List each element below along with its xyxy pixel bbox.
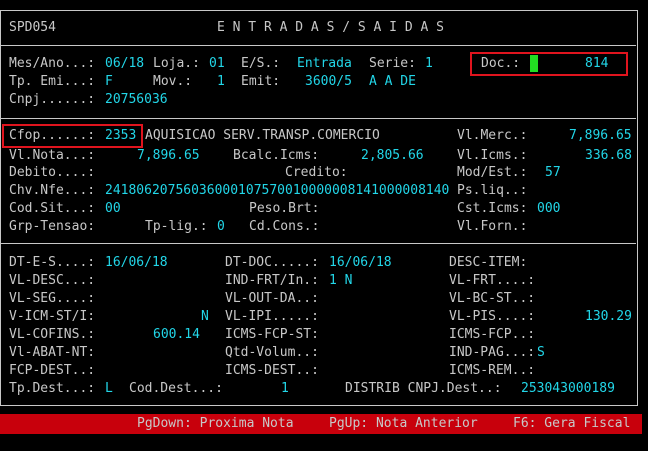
tp-dest-value[interactable]: L	[105, 381, 113, 397]
tp-emi-value[interactable]: F	[105, 74, 113, 90]
loja-label: Loja.:	[153, 56, 200, 71]
es-value[interactable]: Entrada	[297, 56, 352, 72]
dt-doc-value[interactable]: 16/06/18	[329, 255, 392, 271]
loja-value[interactable]: 01	[209, 56, 225, 72]
dt-es-label: DT-E-S....:	[9, 255, 96, 270]
cfop-description: AQUISICAO SERV.TRANSP.COMERCIO	[145, 128, 380, 143]
pgup-shortcut[interactable]: PgUp: Nota Anterior	[329, 416, 478, 432]
page-title: E N T R A D A S / S A I D A S	[217, 20, 444, 35]
v-icm-st-label: V-ICM-ST/I:	[9, 309, 96, 324]
vl-nota-label: Vl.Nota...:	[9, 148, 96, 163]
vl-merc-label: Vl.Merc.:	[457, 128, 528, 143]
peso-brt-label: Peso.Brt:	[249, 201, 320, 216]
ind-pag-label: IND-PAG...:	[449, 345, 536, 360]
cfop-value[interactable]: 2353	[105, 128, 136, 144]
doc-label: Doc.:	[481, 56, 521, 71]
qtd-volum-label: Qtd-Volum..:	[225, 345, 319, 360]
cst-icms-value[interactable]: 000	[537, 201, 560, 217]
vl-cofins-label: VL-COFINS.:	[9, 327, 96, 342]
icms-dest-label: ICMS-DEST..:	[225, 363, 319, 378]
icms-fcp-label: ICMS-FCP..:	[449, 327, 536, 342]
bcalc-icms-label: Bcalc.Icms:	[233, 148, 320, 163]
emit-label: Emit:	[241, 74, 281, 89]
credito-label: Credito:	[285, 165, 348, 180]
bcalc-icms-value[interactable]: 2,805.66	[361, 148, 424, 164]
dt-doc-label: DT-DOC.....:	[225, 255, 319, 270]
chv-nfe-value[interactable]: 2418062075603600010757001000000814100000…	[105, 183, 449, 199]
v-icm-st-value[interactable]: N	[201, 309, 209, 325]
vl-ipi-label: VL-IPI.....:	[225, 309, 319, 324]
desc-item-label: DESC-ITEM:	[449, 255, 528, 270]
cod-sit-label: Cod.Sit...:	[9, 201, 96, 216]
mov-label: Mov.:	[153, 74, 193, 89]
cfop-label: Cfop......:	[9, 128, 96, 143]
serie-label: Serie:	[369, 56, 416, 71]
mes-ano-value[interactable]: 06/18	[105, 56, 144, 72]
ind-frt-value[interactable]: 1 N	[329, 273, 352, 289]
ind-pag-value[interactable]: S	[537, 345, 545, 361]
distrib-cnpj-label: DISTRIB CNPJ.Dest..:	[345, 381, 502, 396]
emit-name: A A DE	[369, 74, 416, 89]
mes-ano-label: Mes/Ano...:	[9, 56, 96, 71]
cod-dest-value[interactable]: 1	[281, 381, 289, 397]
cnpj-label: Cnpj......:	[9, 92, 96, 107]
ps-liq-label: Ps.liq..:	[457, 183, 528, 198]
vl-out-da-label: VL-OUT-DA..:	[225, 291, 319, 306]
separator-header	[0, 45, 636, 46]
vl-nota-value[interactable]: 7,896.65	[137, 148, 200, 164]
f6-shortcut[interactable]: F6: Gera Fiscal	[513, 416, 630, 432]
pgdown-shortcut[interactable]: PgDown: Proxima Nota	[137, 416, 294, 432]
cnpj-dest-value[interactable]: 253043000189	[521, 381, 615, 397]
cod-sit-value[interactable]: 00	[105, 201, 121, 217]
chv-nfe-label: Chv.Nfe...:	[9, 183, 96, 198]
mod-est-label: Mod/Est.:	[457, 165, 528, 180]
cursor-block	[530, 55, 538, 72]
vl-pis-label: VL-PIS....:	[449, 309, 536, 324]
tp-lig-value[interactable]: 0	[217, 219, 225, 235]
vl-cofins-value[interactable]: 600.14	[153, 327, 200, 343]
ind-frt-label: IND-FRT/In.:	[225, 273, 319, 288]
vl-seg-label: VL-SEG....:	[9, 291, 96, 306]
serie-value[interactable]: 1	[425, 56, 433, 72]
vl-icms-value[interactable]: 336.68	[585, 148, 632, 164]
emit-value[interactable]: 3600/5	[305, 74, 352, 90]
vl-forn-label: Vl.Forn.:	[457, 219, 528, 234]
mov-value[interactable]: 1	[217, 74, 225, 90]
vl-merc-value[interactable]: 7,896.65	[569, 128, 632, 144]
debito-label: Debito....:	[9, 165, 96, 180]
es-label: E/S.:	[241, 56, 281, 71]
icms-rem-label: ICMS-REM..:	[449, 363, 536, 378]
vl-abat-nt-label: Vl-ABAT-NT:	[9, 345, 96, 360]
fcp-dest-label: FCP-DEST..:	[9, 363, 96, 378]
separator-2	[0, 243, 636, 244]
vl-bc-st-label: VL-BC-ST..:	[449, 291, 536, 306]
dt-es-value[interactable]: 16/06/18	[105, 255, 168, 271]
tp-dest-label: Tp.Dest...:	[9, 381, 96, 396]
tp-lig-label: Tp-lig.:	[145, 219, 208, 234]
tp-emi-label: Tp. Emi...:	[9, 74, 96, 89]
cnpj-value[interactable]: 20756036	[105, 92, 168, 108]
vl-frt-label: VL-FRT....:	[449, 273, 536, 288]
mod-est-value[interactable]: 57	[545, 165, 561, 181]
cod-dest-label: Cod.Dest...:	[129, 381, 223, 396]
cst-icms-label: Cst.Icms:	[457, 201, 528, 216]
grp-tensao-label: Grp-Tensao:	[9, 219, 96, 234]
separator-1	[0, 118, 636, 119]
cd-cons-label: Cd.Cons.:	[249, 219, 320, 234]
vl-desc-label: VL-DESC...:	[9, 273, 96, 288]
screen-code: SPD054	[9, 20, 56, 35]
doc-field[interactable]: 814	[585, 56, 608, 72]
vl-icms-label: Vl.Icms.:	[457, 148, 528, 163]
icms-fcp-st-label: ICMS-FCP-ST:	[225, 327, 319, 342]
vl-pis-value[interactable]: 130.29	[585, 309, 632, 325]
